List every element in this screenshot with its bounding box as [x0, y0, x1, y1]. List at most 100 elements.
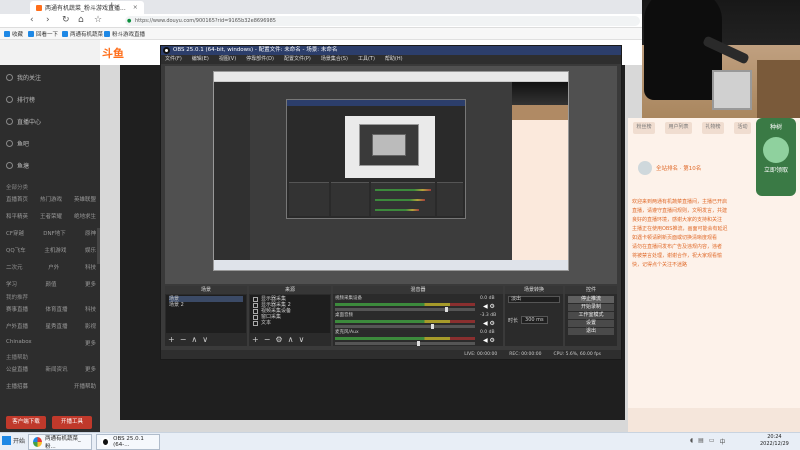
rank-row[interactable]: 全站排名 · 第10名	[638, 158, 753, 178]
sidebar-category-link[interactable]: 主机游戏	[44, 246, 66, 254]
visibility-icon[interactable]	[253, 296, 258, 302]
sidebar-category-link[interactable]: 赛事直播	[6, 305, 28, 313]
sidebar-item-pond[interactable]: 鱼塘	[6, 161, 29, 170]
bookmark-item[interactable]: 两通有机蔬菜	[62, 30, 103, 38]
move-scene-up-button[interactable]: ∧	[191, 336, 197, 344]
forward-button[interactable]: ›	[46, 15, 50, 25]
duration-input[interactable]: 300 ms	[521, 316, 548, 324]
sidebar-item-follow[interactable]: 我的关注	[6, 73, 41, 82]
sidebar-category-link[interactable]: 绝地求生	[74, 212, 96, 220]
sidebar-category-link[interactable]: CF穿越	[6, 229, 24, 237]
tab-users[interactable]: 用户列表	[665, 122, 692, 134]
move-source-down-button[interactable]: ∨	[298, 336, 304, 344]
menu-edit[interactable]: 编辑(E)	[192, 55, 209, 64]
sidebar-category-link[interactable]: 新闻资讯	[45, 365, 67, 373]
download-client-button[interactable]: 客户端下载	[6, 416, 46, 429]
sidebar-category-link[interactable]: 公益直播	[6, 365, 28, 373]
transition-select[interactable]: 淡出	[508, 296, 560, 303]
sidebar-category-link[interactable]: 更多	[85, 280, 96, 288]
sidebar-item-fishbar[interactable]: 鱼吧	[6, 139, 29, 148]
obs-preview-canvas[interactable]	[165, 66, 617, 284]
sidebar-category-link[interactable]: 主播招募	[6, 382, 28, 390]
start-recording-button[interactable]: 开始录制	[568, 304, 614, 311]
studio-mode-button[interactable]: 工作室模式	[568, 312, 614, 319]
menu-view[interactable]: 视图(V)	[219, 55, 236, 64]
taskbar-item-browser[interactable]: 两通有机蔬菜_粉...	[28, 434, 92, 450]
start-button[interactable]: 开始	[2, 436, 25, 445]
move-scene-down-button[interactable]: ∨	[202, 336, 208, 344]
sidebar-category-link[interactable]: 和平精英	[6, 212, 28, 220]
sidebar-category-link[interactable]: 科技	[85, 263, 96, 271]
volume-slider[interactable]	[335, 324, 475, 329]
bookmark-item[interactable]: 粉斗游戏直播	[104, 30, 145, 38]
scenes-list[interactable]: 场景 场景 2	[166, 295, 246, 333]
source-item[interactable]: 文本	[253, 320, 327, 326]
visibility-icon[interactable]	[253, 320, 258, 326]
remove-scene-button[interactable]: −	[180, 336, 187, 344]
taskbar-item-obs[interactable]: OBS 25.0.1 (64-...	[96, 434, 160, 450]
sidebar-category-link[interactable]: 学习	[6, 280, 17, 288]
sidebar-category-link[interactable]: QQ飞车	[6, 246, 26, 254]
volume-slider[interactable]	[335, 307, 475, 312]
browser-tab[interactable]: 两通有机蔬菜_粉斗游戏直播... ×	[30, 1, 144, 14]
sidebar-category-link[interactable]: 体育直播	[45, 305, 67, 313]
volume-slider-handle[interactable]	[431, 324, 434, 329]
bookmark-item[interactable]: 回看一下	[28, 30, 58, 38]
ime-icon[interactable]: 中	[720, 437, 726, 446]
bookmark-item[interactable]: 收藏	[4, 30, 23, 38]
move-source-up-button[interactable]: ∧	[288, 336, 294, 344]
tab-events[interactable]: 活动	[734, 122, 751, 134]
sidebar-item-center[interactable]: 直播中心	[6, 117, 41, 126]
sidebar-category-link[interactable]: 王者荣耀	[40, 212, 62, 220]
new-tab-button[interactable]: +	[108, 1, 116, 11]
sidebar-item-rank[interactable]: 排行榜	[6, 95, 35, 104]
url-bar[interactable]: ● https://www.douyu.com/900165?rid=9165b…	[125, 16, 640, 26]
volume-slider-handle[interactable]	[417, 341, 420, 346]
sidebar-category-link[interactable]: 二次元	[6, 263, 23, 271]
bookmark-star-button[interactable]: ☆	[94, 15, 102, 25]
visibility-icon[interactable]	[253, 314, 258, 320]
menu-scene-collection[interactable]: 场景集合(S)	[321, 55, 348, 64]
settings-button[interactable]: 设置	[568, 320, 614, 327]
sidebar-category-link[interactable]: 科技	[85, 305, 96, 313]
volume-slider-handle[interactable]	[445, 307, 448, 312]
tab-fans[interactable]: 粉丝榜	[633, 122, 655, 134]
reload-button[interactable]: ↻	[62, 15, 70, 25]
sidebar-category-link[interactable]: 原神	[85, 229, 96, 237]
home-button[interactable]: ⌂	[78, 15, 84, 25]
network-icon[interactable]: ▤	[698, 437, 704, 446]
system-clock[interactable]: 20:24 2022/12/29	[760, 434, 789, 448]
menu-help[interactable]: 帮助(H)	[385, 55, 403, 64]
site-logo[interactable]: 斗鱼	[102, 45, 124, 61]
speaker-icon[interactable]: ◀ ⚙	[483, 337, 495, 344]
menu-tools[interactable]: 工具(T)	[358, 55, 375, 64]
back-button[interactable]: ‹	[30, 15, 34, 25]
exit-button[interactable]: 退出	[568, 328, 614, 335]
menu-file[interactable]: 文件(F)	[165, 55, 182, 64]
obs-window[interactable]: OBS 25.0.1 (64-bit, windows) - 配置文件: 未命名…	[160, 45, 622, 360]
sidebar-category-link[interactable]: 更多	[85, 365, 96, 373]
menu-profile[interactable]: 配置文件(P)	[284, 55, 311, 64]
add-scene-button[interactable]: +	[168, 336, 175, 344]
sidebar-category-link[interactable]: 户外直播	[6, 322, 28, 330]
volume-icon[interactable]: ◖	[690, 437, 693, 446]
sidebar-category-link[interactable]: 直播首页	[6, 195, 28, 203]
sources-list[interactable]: 显示器采集 显示器采集 2 视频采集设备 窗口采集 文本	[250, 295, 330, 333]
volume-slider[interactable]	[335, 341, 475, 346]
sidebar-category-link[interactable]: 颜值	[45, 280, 56, 288]
start-stream-button[interactable]: 开播工具	[52, 416, 92, 429]
speaker-icon[interactable]: ◀ ⚙	[483, 303, 495, 310]
sidebar-category-link[interactable]: 户外	[48, 263, 59, 271]
sidebar-category-link[interactable]: DNF地下	[43, 229, 66, 237]
sidebar-category-link[interactable]: 更多	[85, 339, 96, 347]
obs-titlebar[interactable]: OBS 25.0.1 (64-bit, windows) - 配置文件: 未命名…	[161, 46, 621, 55]
chat-input-area[interactable]	[628, 408, 800, 432]
sidebar-category-link[interactable]: 英雄联盟	[74, 195, 96, 203]
visibility-icon[interactable]	[253, 308, 258, 314]
scene-item[interactable]: 场景 2	[169, 302, 243, 308]
add-source-button[interactable]: +	[252, 336, 259, 344]
sidebar-category-link[interactable]: 影视	[85, 322, 96, 330]
tab-close-icon[interactable]: ×	[133, 4, 138, 11]
sidebar-category-link[interactable]: 开播帮助	[74, 382, 96, 390]
visibility-icon[interactable]	[253, 302, 258, 308]
